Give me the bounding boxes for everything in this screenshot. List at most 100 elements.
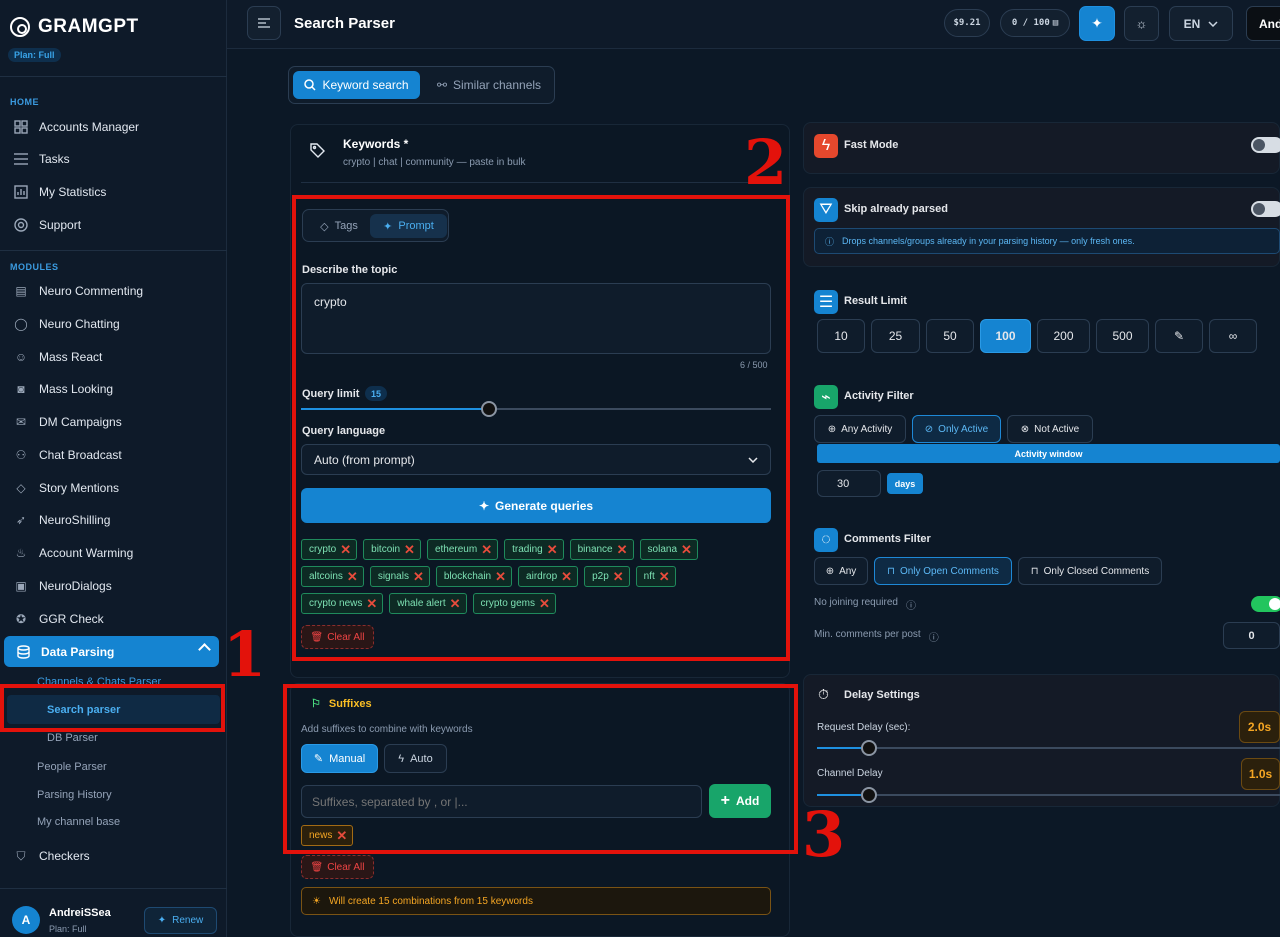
annotation-box-3 — [283, 684, 798, 854]
app-logo[interactable]: GRAMGPT — [10, 16, 139, 38]
sidebar-item-label: Story Mentions — [39, 481, 120, 495]
slider-track — [817, 794, 1280, 796]
tag-icon: ◇ — [16, 481, 26, 495]
limit-custom-button[interactable]: ✎ — [1155, 319, 1203, 353]
sidebar-item-checkers[interactable]: ⛉ Checkers — [0, 841, 227, 871]
toggle-knob — [1253, 139, 1265, 151]
no-joining-toggle[interactable] — [1251, 596, 1280, 612]
sidebar-item-chat-broadcast[interactable]: ⚇ Chat Broadcast — [0, 440, 227, 470]
lightbulb-icon: ☀ — [312, 895, 321, 907]
sitemap-icon: ⚯ — [436, 78, 447, 92]
sidebar-item-support[interactable]: Support — [0, 210, 227, 240]
sidebar-item-accounts-manager[interactable]: Accounts Manager — [0, 112, 227, 142]
sidebar-item-label: Tasks — [39, 152, 70, 166]
sidebar-item-label: DM Campaigns — [39, 415, 122, 429]
limit-option-200[interactable]: 200 — [1037, 319, 1090, 353]
tab-keyword-search[interactable]: Keyword search — [293, 71, 420, 99]
usage-badge[interactable]: 0 / 100 ▤ — [1000, 9, 1070, 37]
clear-all-suffixes-button[interactable]: 🗑 Clear All — [301, 855, 374, 879]
sidebar-subitem-db-parser[interactable]: DB Parser — [47, 732, 98, 744]
slider-thumb[interactable] — [861, 787, 877, 803]
sidebar-item-my-statistics[interactable]: My Statistics — [0, 177, 227, 207]
chevron-up-icon — [198, 643, 211, 656]
activity-only-active-button[interactable]: ⊘ Only Active — [912, 415, 1001, 443]
limit-option-unlimited[interactable]: ∞ — [1209, 319, 1257, 353]
sidebar-subitem-people-parser[interactable]: People Parser — [37, 761, 107, 773]
annotation-number-2: 2 — [744, 126, 788, 199]
min-comments-input[interactable]: 0 — [1223, 622, 1280, 649]
comments-any-button[interactable]: ⊕ Any — [814, 557, 868, 585]
sidebar-item-mass-looking[interactable]: ◙ Mass Looking — [0, 374, 227, 404]
docs-icon: ▤ — [1052, 18, 1059, 28]
limit-option-100[interactable]: 100 — [980, 319, 1031, 353]
page-title: Search Parser — [294, 15, 395, 32]
annotation-number-1: 1 — [223, 618, 267, 691]
skip-parsed-toggle[interactable] — [1251, 201, 1280, 217]
user-plan: Plan: Full — [49, 924, 87, 934]
sidebar-item-neuro-commenting[interactable]: ▤ Neuro Commenting — [0, 276, 227, 306]
x-circle-icon: ⊗ — [1020, 423, 1030, 435]
slider-thumb[interactable] — [861, 740, 877, 756]
renew-button[interactable]: ✦ Renew — [144, 907, 217, 934]
sidebar-item-tasks[interactable]: Tasks — [0, 144, 227, 174]
limit-option-25[interactable]: 25 — [871, 319, 920, 353]
channel-delay-slider[interactable] — [817, 787, 1280, 803]
activity-any-button[interactable]: ⊕ Any Activity — [814, 415, 906, 443]
sidebar-item-story-mentions[interactable]: ◇ Story Mentions — [0, 473, 227, 503]
sidebar-item-neuroshilling[interactable]: ➶ NeuroShilling — [0, 505, 227, 535]
activity-not-active-label: Not Active — [1034, 423, 1080, 435]
tab-similar-channels[interactable]: ⚯ Similar channels — [427, 71, 551, 99]
menu-toggle-button[interactable] — [247, 6, 281, 40]
sidebar-item-account-warming[interactable]: ♨ Account Warming — [0, 538, 227, 568]
smile-icon: ☺ — [14, 350, 28, 364]
comments-open-button[interactable]: ⊓ Only Open Comments — [874, 557, 1012, 585]
pencil-icon: ✎ — [1173, 329, 1185, 343]
sidebar-item-label: Mass Looking — [39, 382, 114, 396]
sidebar-item-dm-campaigns[interactable]: ✉ DM Campaigns — [0, 407, 227, 437]
language-select[interactable]: EN — [1169, 6, 1233, 41]
theme-toggle-button[interactable]: ☼ — [1124, 6, 1159, 41]
list-icon: ☰ — [814, 290, 838, 314]
stats-icon — [13, 184, 29, 200]
globe-icon: ⊕ — [825, 565, 835, 577]
globe-icon: ⊕ — [827, 423, 837, 435]
user-menu-button[interactable]: And — [1246, 6, 1280, 41]
chevron-down-icon — [1208, 20, 1218, 27]
comments-closed-button[interactable]: ⊓ Only Closed Comments — [1018, 557, 1162, 585]
no-joining-row: No joining required ⓘ — [814, 597, 916, 612]
sidebar-item-label: Account Warming — [39, 546, 134, 560]
limit-option-10[interactable]: 10 — [817, 319, 865, 353]
request-delay-slider[interactable] — [817, 740, 1280, 756]
rocket-icon: ➶ — [15, 513, 27, 527]
activity-not-active-button[interactable]: ⊗ Not Active — [1007, 415, 1093, 443]
app-name: GRAMGPT — [38, 16, 139, 37]
skip-parsed-label: Skip already parsed — [844, 203, 948, 215]
sidebar-item-ggr-check[interactable]: ✪ GGR Check — [0, 604, 227, 634]
limit-option-500[interactable]: 500 — [1096, 319, 1149, 353]
min-comments-row: Min. comments per post ⓘ — [814, 629, 939, 644]
slider-fill — [817, 794, 861, 796]
sidebar-subitem-my-channel-base[interactable]: My channel base — [37, 816, 120, 828]
tab-label: Similar channels — [453, 78, 542, 92]
channel-delay-value: 1.0s — [1241, 758, 1280, 790]
database-icon — [15, 644, 31, 660]
sidebar-item-mass-react[interactable]: ☺ Mass React — [0, 342, 227, 372]
balance-badge[interactable]: $9.21 — [944, 9, 990, 37]
combinations-text: Will create 15 combinations from 15 keyw… — [328, 895, 533, 907]
ai-sparkle-button[interactable]: ✦ — [1079, 6, 1115, 41]
stopwatch-icon: ⏱ — [818, 686, 829, 702]
chart-line-icon: ⌁ — [814, 385, 838, 409]
sparkle-icon: ✦ — [157, 915, 167, 926]
shield-check-icon: ⛉ — [16, 848, 26, 863]
sidebar-subitem-parsing-history[interactable]: Parsing History — [37, 789, 112, 801]
eye-monitor-icon: ◙ — [17, 382, 25, 396]
sidebar-item-data-parsing[interactable]: Data Parsing — [4, 636, 219, 667]
avatar[interactable]: A — [12, 906, 40, 934]
divider — [0, 76, 227, 77]
sidebar-item-neurodialogs[interactable]: ▣ NeuroDialogs — [0, 571, 227, 601]
limit-option-50[interactable]: 50 — [926, 319, 974, 353]
fast-mode-toggle[interactable] — [1251, 137, 1280, 153]
activity-days-input[interactable]: 30 — [817, 470, 881, 497]
sidebar-item-label: Neuro Commenting — [39, 284, 144, 298]
sidebar-item-neuro-chatting[interactable]: ◯ Neuro Chatting — [0, 309, 227, 339]
